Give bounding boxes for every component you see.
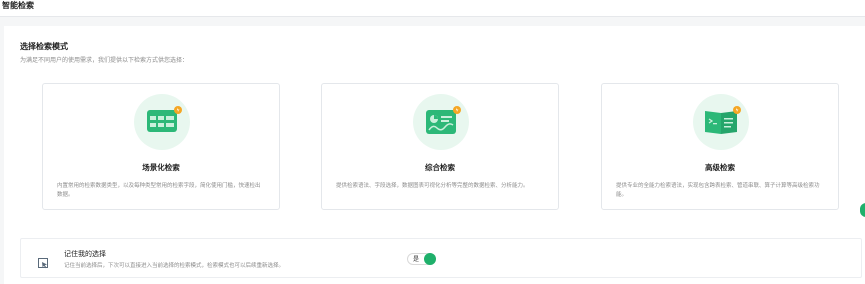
card-scenario-search[interactable]: 场景化检索 内置常用的检索数据类型，以及每种类型常用的检索字段，简化使用门槛，快… [42, 83, 280, 210]
card-comprehensive-search[interactable]: 综合检索 提供检索语法、字段选择，数据图表可视化分析等完整的数据检索、分析能力。 [321, 83, 559, 210]
card-advanced-search[interactable]: 高级检索 提供专业的全能力检索语法，实现包含跨表检索、管道串联、算子计算等高级检… [601, 83, 839, 210]
scenario-grid-icon [134, 94, 190, 150]
cursor-pointer-icon [38, 254, 49, 273]
side-float-button[interactable] [860, 203, 865, 217]
card-description: 内置常用的检索数据类型，以及每种类型常用的检索字段，简化使用门槛，快速检出数据。 [57, 183, 261, 198]
remember-choice-row: 记住我的选择 记住当前选择后，下次可以直接进入当前选择的检索模式，检索模式也可以… [20, 238, 862, 278]
remember-toggle[interactable]: 是 [407, 253, 436, 265]
page-title: 智能检索 [2, 1, 34, 10]
card-description: 提供检索语法、字段选择，数据图表可视化分析等完整的数据检索、分析能力。 [336, 183, 529, 189]
remember-title: 记住我的选择 [64, 250, 106, 258]
terminal-book-icon [693, 94, 749, 150]
card-title: 高级检索 [705, 163, 735, 172]
top-bar: 智能检索 [0, 0, 865, 17]
toggle-label: 是 [413, 256, 420, 263]
dashboard-chart-icon [413, 94, 469, 150]
card-description: 提供专业的全能力检索语法，实现包含跨表检索、管道串联、算子计算等高级检索功能。 [616, 183, 820, 198]
card-title: 综合检索 [425, 163, 455, 172]
toggle-knob [424, 253, 436, 265]
mode-selection-panel: 选择检索模式 为满足不同用户的使用需求，我们提供以下检索方式供您选择： 场景化检… [4, 26, 865, 284]
section-description: 为满足不同用户的使用需求，我们提供以下检索方式供您选择： [20, 57, 189, 64]
section-title: 选择检索模式 [20, 42, 68, 51]
card-title: 场景化检索 [142, 163, 180, 172]
remember-description: 记住当前选择后，下次可以直接进入当前选择的检索模式，检索模式也可以后续重新选择。 [64, 263, 285, 269]
